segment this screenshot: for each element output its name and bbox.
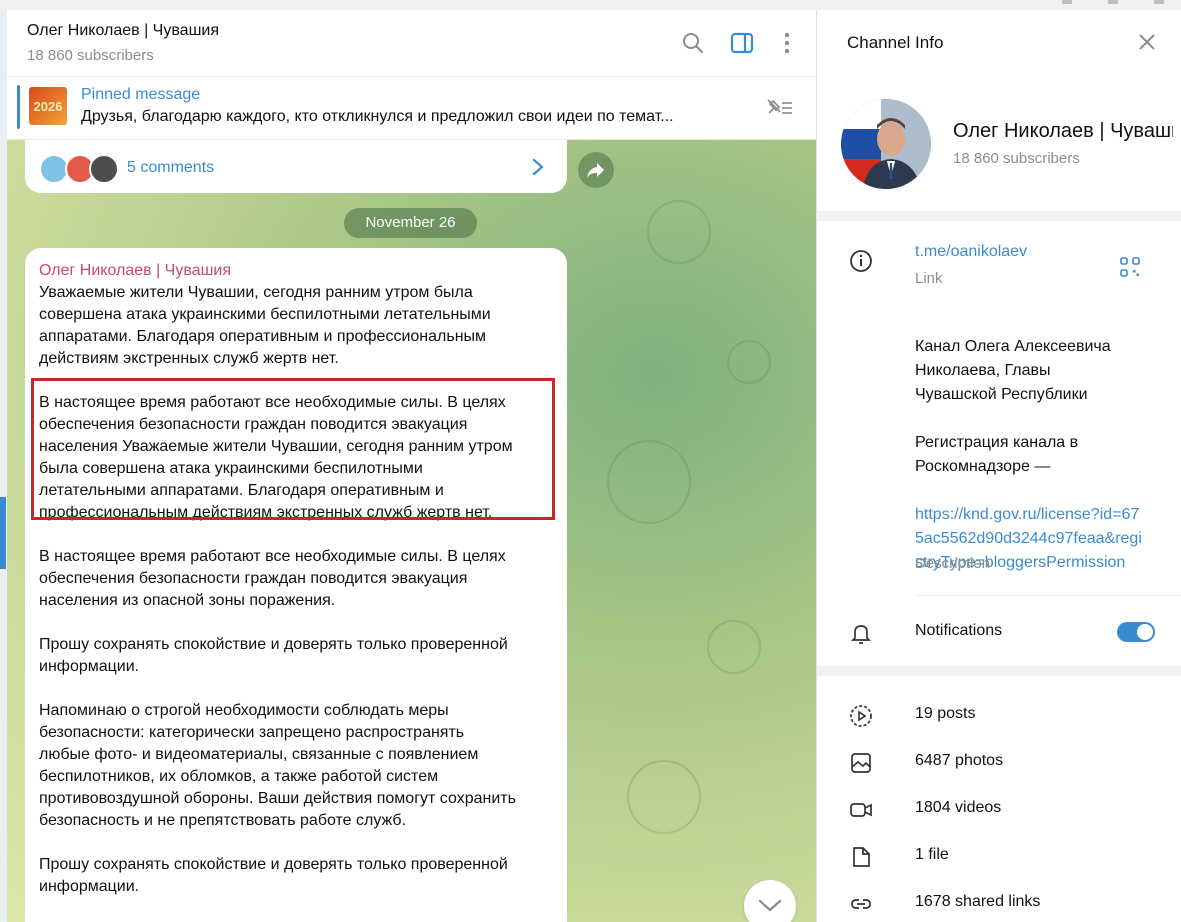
pinned-message-bar[interactable]: 2026 Pinned message Друзья, благодарю ка… [7,77,816,140]
window-top-strip [0,0,1181,10]
minimize-icon[interactable] [1062,0,1072,4]
doodle [647,200,711,264]
message-paragraph: Уважаемые жители Чувашии, сегодня ранним… [39,284,491,367]
channel-subscribers: 18 860 subscribers [953,150,1080,167]
chat-subscribers: 18 860 subscribers [27,47,154,64]
qr-code-icon[interactable] [1119,256,1141,278]
comments-label: 5 comments [127,159,215,176]
channel-info-panel: Channel Info Олег Николаев | Чувашия 18 … [816,10,1181,922]
notifications-toggle[interactable] [1117,622,1155,642]
avatar [89,154,119,184]
bell-icon [850,625,872,644]
chat-background: 5 comments November 26 Олег Николаев | Ч… [7,140,816,922]
chevron-down-icon [758,899,782,912]
pinned-text: Друзья, благодарю каждого, кто откликнул… [81,108,674,125]
notifications-label: Notifications [915,622,1003,639]
avatar-image [841,99,931,189]
message-author[interactable]: Олег Николаев | Чувашия [39,260,231,282]
maximize-icon[interactable] [1108,0,1118,4]
doodle [707,620,761,674]
channel-message[interactable]: Олег Николаев | Чувашия Уважаемые жители… [25,248,567,922]
posts-icon [850,705,872,727]
link-label: Link [915,270,943,287]
message-paragraph: Прошу сохранять спокойствие и доверять т… [39,856,508,895]
panel-title: Channel Info [847,33,944,52]
comments-card[interactable]: 5 comments [25,140,567,193]
pinned-thumbnail: 2026 [29,87,67,125]
photo-icon [851,753,871,773]
link-icon [851,899,871,909]
message-paragraph: Прошу сохранять спокойствие и доверять т… [39,636,508,675]
left-edge [0,10,7,922]
unpin-icon[interactable] [765,95,793,119]
left-accent-bar [0,497,6,569]
close-icon[interactable] [1137,32,1157,52]
message-paragraph: В настоящее время работают все необходим… [39,548,506,609]
pinned-label: Pinned message [81,86,201,103]
toggle-knob [1137,624,1153,640]
description-text: Канал Олега Алексеевича Николаева, Главы… [915,338,1111,475]
media-photos[interactable]: 6487 photos [915,752,1003,770]
forward-button[interactable] [578,152,614,188]
media-links[interactable]: 1678 shared links [915,893,1040,911]
chat-header: Олег Николаев | Чувашия 18 860 subscribe… [7,10,816,77]
chat-title[interactable]: Олег Николаев | Чувашия [27,22,219,40]
message-paragraph: Напоминаю о строгой необходимости соблюд… [39,702,516,829]
share-icon [587,163,604,178]
section-divider [817,211,1181,221]
channel-name: Олег Николаев | Чувашия [953,120,1173,142]
doodle [607,440,691,524]
doodle [627,760,701,834]
pinned-accent [17,85,20,129]
channel-description: Канал Олега Алексеевича Николаева, Главы… [915,311,1145,575]
more-vertical-icon[interactable] [774,30,800,56]
file-icon [853,847,870,867]
media-files[interactable]: 1 file [915,846,949,864]
media-posts[interactable]: 19 posts [915,705,975,723]
thin-divider [915,595,1181,596]
media-videos[interactable]: 1804 videos [915,799,1001,817]
description-label: Description [915,555,991,572]
section-divider [817,666,1181,676]
search-icon[interactable] [680,30,706,56]
doodle [727,340,771,384]
info-icon [850,250,872,272]
channel-link[interactable]: t.me/oanikolaev [915,243,1027,261]
sidebar-toggle-icon[interactable] [729,30,755,56]
message-paragraph: В настоящее время работают все необходим… [39,394,513,521]
video-icon [850,803,872,817]
message-body: Уважаемые жители Чувашии, сегодня ранним… [39,282,559,920]
scroll-down-button[interactable] [744,880,796,922]
date-separator: November 26 [344,208,477,238]
channel-avatar[interactable] [841,99,931,189]
chevron-right-icon [532,158,544,176]
close-window-icon[interactable] [1154,0,1164,4]
